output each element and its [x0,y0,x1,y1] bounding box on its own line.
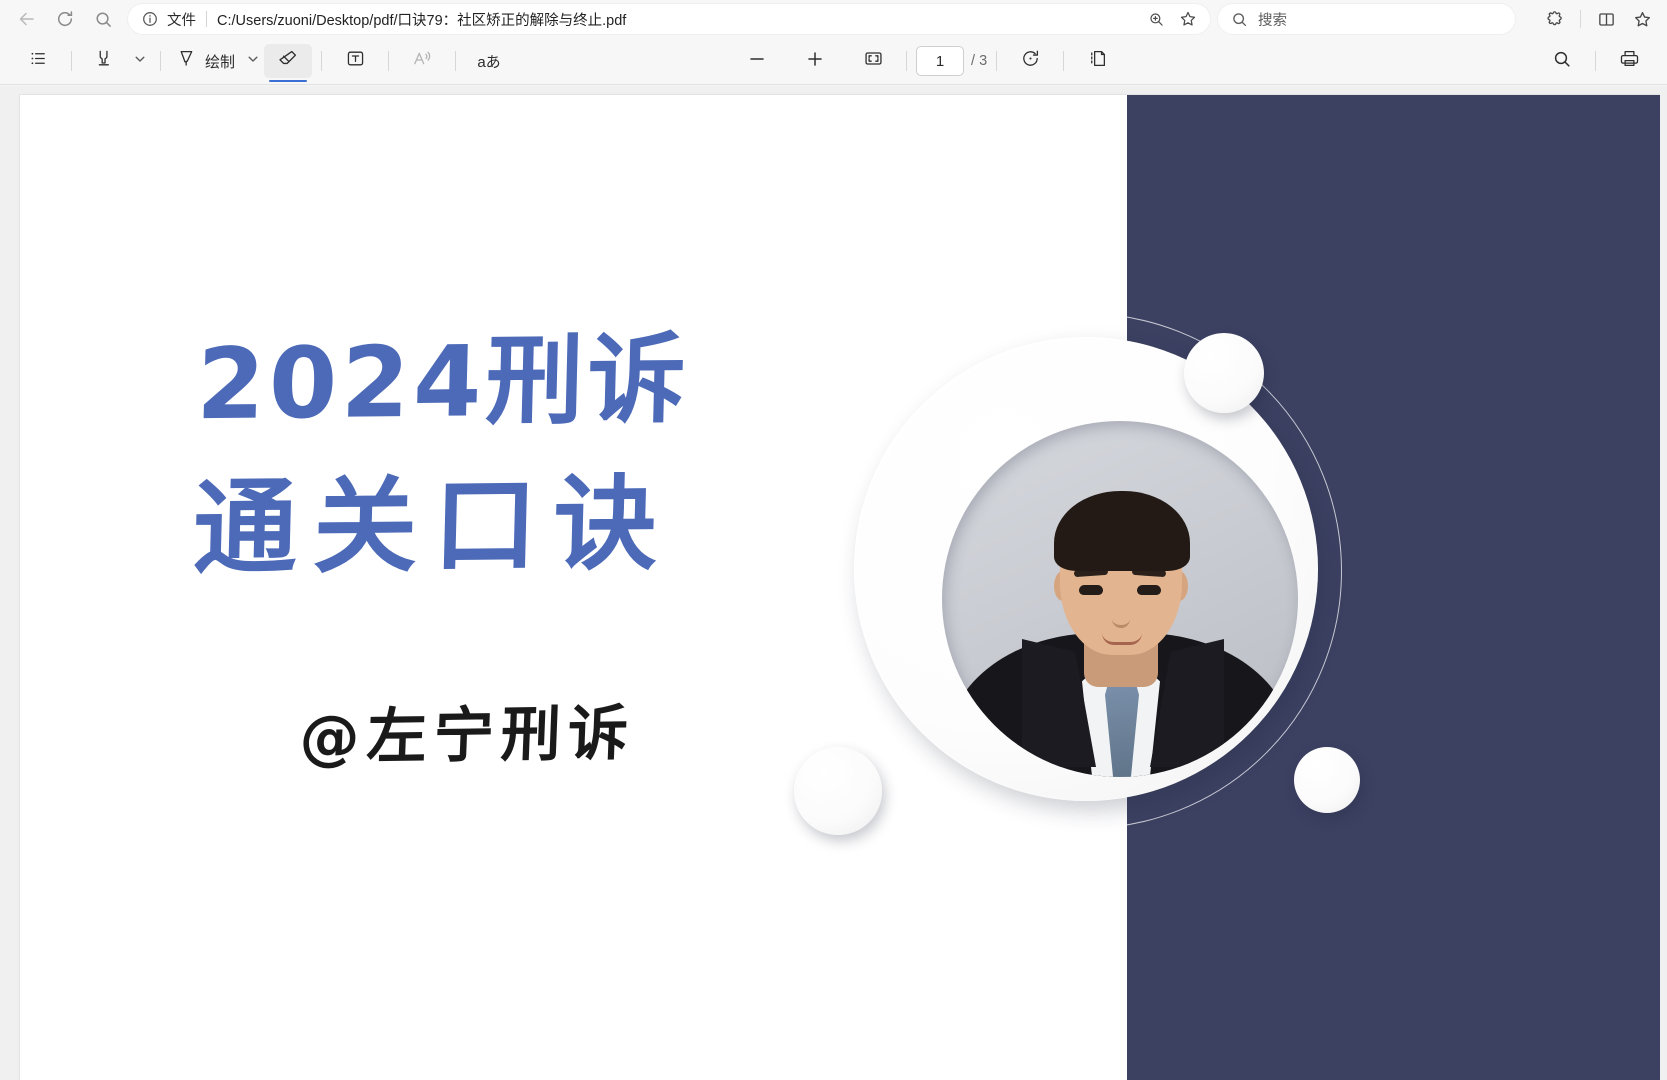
pdf-toolbar: 绘制 aあ 1 / 3 [0,38,1667,85]
outline-icon [29,49,48,73]
omnibox-actions [1142,6,1202,32]
url-text[interactable]: C:/Users/zuoni/Desktop/pdf/口诀79：社区矫正的解除与… [217,9,1142,30]
fit-page-button[interactable] [849,44,897,78]
slide-title-line2: 通关口诀 [191,462,675,590]
avatar [942,421,1298,777]
chevron-down-icon [134,52,146,70]
favorites-button[interactable] [1625,3,1659,35]
portrait-mouth [1102,633,1142,645]
printer-icon [1619,48,1640,74]
highlight-button[interactable] [81,44,129,78]
erase-button[interactable] [264,44,313,82]
instructor-portrait-image [942,421,1298,777]
toolbar-divider [71,51,72,71]
highlight-options-button[interactable] [129,44,151,78]
rotate-icon [1020,48,1041,74]
browser-right-actions [1538,3,1659,35]
toolbar-divider [1580,10,1581,28]
translate-button[interactable]: aあ [465,44,513,78]
toolbar-divider [321,51,323,71]
zoom-in-button[interactable] [791,44,839,78]
reload-button[interactable] [46,3,84,35]
slide-title: 2024刑诉 通关口诀 [191,310,818,603]
emblem-inner-ring [854,337,1318,801]
favorites-star-icon [1633,10,1652,29]
toolbar-divider [455,51,457,71]
page-number-input[interactable] [916,46,965,76]
pen-icon [177,48,198,74]
search-icon [1552,49,1572,74]
draw-label: 绘制 [205,53,236,71]
browser-window: 文件 C:/Users/zuoni/Desktop/pdf/口诀79：社区矫正的… [0,0,1667,1080]
url-scheme-label: 文件 [167,12,196,29]
find-button[interactable] [1538,44,1586,78]
read-aloud-button[interactable] [398,44,446,78]
fit-page-icon [863,48,884,74]
info-circle-icon[interactable] [140,9,160,29]
search-icon [1231,11,1248,28]
toolbar-divider [388,51,390,71]
slide-author-handle: @左宁刑诉 [298,698,637,774]
search-box[interactable]: 搜索 [1218,4,1515,34]
search-icon [94,10,113,29]
toolbar-divider [160,51,161,71]
zoom-controls [733,44,897,78]
decor-circle-right [1294,747,1360,813]
page-view-button[interactable] [1073,44,1121,78]
toolbar-divider [1063,51,1065,71]
portrait-emblem [794,307,1360,837]
print-button[interactable] [1605,44,1653,78]
omnibox-divider [206,11,207,27]
search-input[interactable]: 搜索 [1258,9,1287,30]
highlighter-icon [95,48,116,74]
toolbar-divider [996,51,998,71]
pdf-viewer[interactable]: 2024刑诉 通关口诀 @左宁刑诉 [0,86,1667,1080]
slide-cover: 2024刑诉 通关口诀 @左宁刑诉 [20,95,1660,1080]
read-aloud-icon [412,48,433,74]
plus-icon [805,49,825,74]
page-count-label: / 3 [971,53,988,69]
rotate-button[interactable] [1006,44,1054,78]
portrait-eye-right [1137,585,1161,595]
extensions-icon [1546,10,1565,29]
eraser-icon [277,48,299,75]
portrait-eye-left [1079,585,1103,595]
text-box-icon [345,48,366,74]
toolbar-divider [906,51,908,71]
slide-title-line1: 2024刑诉 [195,323,692,443]
textbox-button[interactable] [331,44,379,78]
zoom-in-icon[interactable] [1142,6,1170,32]
decor-circle-left [794,747,882,835]
reload-icon [55,9,75,29]
page-search-button[interactable] [84,3,122,35]
split-screen-icon [1597,10,1616,29]
back-button[interactable] [8,3,46,35]
star-icon[interactable] [1174,6,1202,32]
translate-label: aあ [477,53,501,71]
address-bar[interactable]: 文件 C:/Users/zuoni/Desktop/pdf/口诀79：社区矫正的… [128,4,1210,34]
back-arrow-icon [17,9,37,29]
browser-toolbar: 文件 C:/Users/zuoni/Desktop/pdf/口诀79：社区矫正的… [0,0,1667,38]
outline-button[interactable] [14,44,62,78]
page-view-icon [1087,48,1108,74]
toolbar-divider [1595,51,1596,71]
minus-icon [747,49,767,74]
decor-circle-top [1184,333,1264,413]
portrait-nose [1112,601,1130,628]
draw-options-button[interactable] [242,44,264,78]
extensions-button[interactable] [1538,3,1572,35]
split-screen-button[interactable] [1589,3,1623,35]
pdf-toolbar-right [1538,44,1653,78]
portrait-hair [1054,491,1190,571]
draw-button[interactable]: 绘制 [170,44,242,78]
viewer-scrollbar[interactable] [1660,86,1667,1080]
chevron-down-icon [247,52,259,70]
zoom-out-button[interactable] [733,44,781,78]
pdf-page[interactable]: 2024刑诉 通关口诀 @左宁刑诉 [20,95,1660,1080]
